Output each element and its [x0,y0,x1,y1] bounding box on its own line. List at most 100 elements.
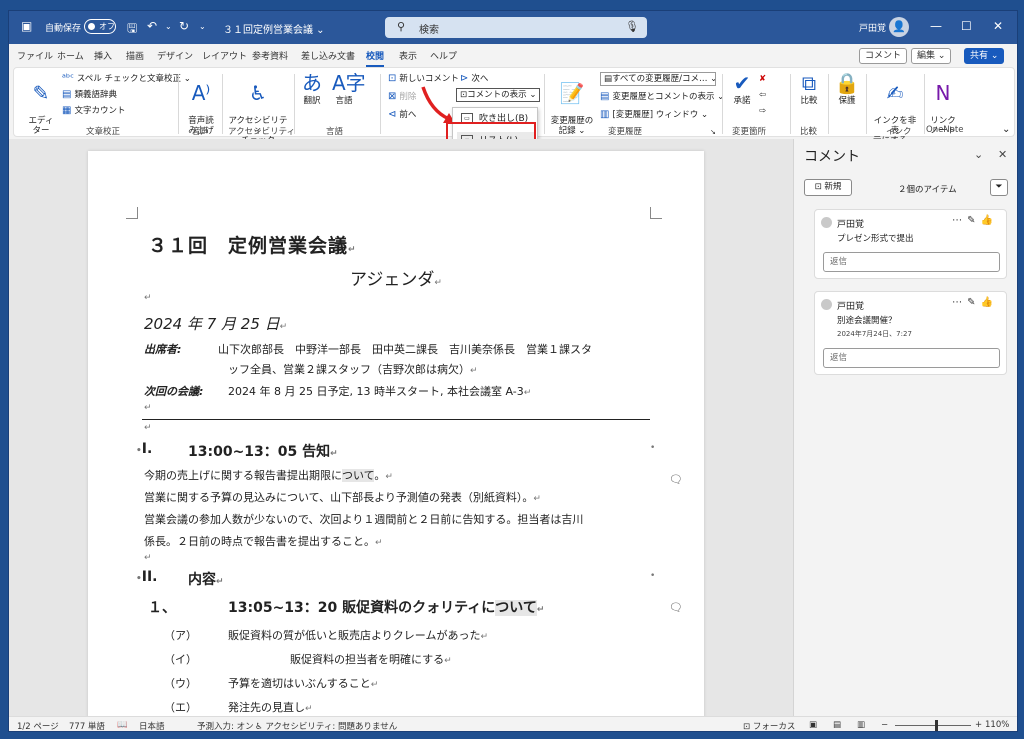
avatar[interactable]: 👤 [889,17,909,37]
commented-text[interactable]: ついて [495,600,537,616]
comments-pane-title: コメント [804,149,860,165]
document-area[interactable]: ３１回 定例営業会議↵ アジェンダ↵ ↵ 2024 年 7 月 25 日↵ 出席… [9,139,793,717]
tab-insert[interactable]: 挿入 [94,49,112,62]
collapse-ribbon-icon[interactable]: ⌄ [1002,124,1010,135]
new-comment-pane-button[interactable]: ⊡ 新規 [804,179,852,196]
autosave-toggle[interactable]: オフ [84,19,116,34]
web-layout-icon[interactable]: ▥ [857,720,865,730]
pane-options-icon[interactable]: ⌄ [974,148,983,161]
comments-button[interactable]: コメント [859,48,908,64]
tab-view[interactable]: 表示 [399,49,417,62]
zoom-level[interactable]: 110% [985,720,1009,730]
microphone-icon[interactable]: 🎙 [625,20,639,33]
tab-draw[interactable]: 描画 [126,49,144,62]
word-count[interactable]: 777 単語 [69,720,105,731]
comment-actions[interactable]: ⋯✎👍 [952,297,998,308]
new-comment-icon: ⊡ [388,73,397,84]
reject-icon[interactable]: ✘ [759,74,766,84]
zoom-slider[interactable] [895,725,971,726]
markup-select[interactable]: ▤すべての変更履歴/コメ… ⌄ [600,72,716,86]
minimize-button[interactable]: — [930,19,942,33]
document-page[interactable]: ３１回 定例営業会議↵ アジェンダ↵ ↵ 2024 年 7 月 25 日↵ 出席… [88,151,704,717]
divider [828,74,829,134]
save-icon[interactable]: 🖫 [127,19,137,40]
share-button[interactable]: 共有 ⌄ [964,48,1005,64]
redo-icon[interactable]: ↻ [179,19,189,33]
accept-button[interactable]: ✔ 承諾 [730,72,754,106]
document-title[interactable]: ３１回定例営業会議 ⌄ [223,21,325,36]
tab-help[interactable]: ヘルプ [430,49,457,62]
reply-input[interactable]: 返信 [823,252,1000,272]
comment-card[interactable]: 戸田覚 ⋯✎👍 プレゼン形式で提出 返信 [814,209,1007,279]
tab-home[interactable]: ホーム [57,49,84,62]
divider [722,74,723,134]
editor-button[interactable]: ✎ エディ ター [28,72,54,136]
next-meeting-label: 次回の会議: [144,385,204,398]
reviewing-pane-button[interactable]: ▥ [変更履歴] ウィンドウ ⌄ [600,108,708,120]
translate-button[interactable]: あ 翻訳 [300,72,324,106]
previous-change-icon[interactable]: ⇦ [759,90,766,100]
next-comment-button[interactable]: ⊳ 次へ [460,72,488,84]
zoom-out-icon[interactable]: − [881,720,888,730]
track-changes-button[interactable]: 📝 変更履歴の 記録 ⌄ [550,72,594,136]
divider [544,74,545,134]
customize-qat-icon[interactable]: ⌄ [199,22,206,31]
thesaurus-icon: ▤ [62,89,72,100]
show-comments-button[interactable]: ⊡コメントの表示 ⌄ [456,88,541,102]
tab-design[interactable]: デザイン [157,49,193,62]
tab-layout[interactable]: レイアウト [202,49,247,62]
compare-button[interactable]: ⧉ 比較 [796,72,822,106]
previous-comment-button[interactable]: ⊲ 前へ [388,108,416,120]
show-markup-button[interactable]: ▤ 変更履歴とコメントの表示 ⌄ [600,90,724,102]
comment-marker-icon[interactable]: 🗨 [669,601,683,614]
undo-icon[interactable]: ↶ [147,19,157,33]
edit-icon: ✎ [967,297,981,308]
word-count-button[interactable]: ▦ 文字カウント [62,104,125,116]
editing-mode-button[interactable]: 編集 ⌄ [911,48,952,64]
user-name[interactable]: 戸田覚 [859,21,886,34]
search-box[interactable]: ⚲ 検索 🎙 [385,17,647,38]
edit-icon: ✎ [967,215,981,226]
protect-button[interactable]: 🔒 保護 [834,72,860,106]
tab-references[interactable]: 参考資料 [252,49,288,62]
divider [924,74,925,134]
new-comment-button[interactable]: ⊡ 新しいコメント [388,72,459,84]
attendees-text-2: ッフ全員、営業２課スタッフ（吉野次郎は病欠）↵ [228,363,478,376]
next-change-icon[interactable]: ⇨ [759,106,766,116]
close-pane-icon[interactable]: ✕ [998,148,1007,161]
maximize-button[interactable]: ☐ [961,19,972,33]
new-comment-icon: ⊡ [814,182,825,192]
language-indicator[interactable]: 日本語 [139,720,165,731]
accessibility-status[interactable]: ♿ アクセシビリティ: 問題ありません [255,720,397,731]
close-button[interactable]: ✕ [993,19,1003,33]
page-indicator[interactable]: 1/2 ページ [17,720,59,731]
tab-mailings[interactable]: 差し込み文書 [301,49,355,62]
reply-input[interactable]: 返信 [823,348,1000,368]
accept-icon: ✔ [733,71,751,95]
read-mode-icon[interactable]: ▣ [809,720,817,730]
tab-review[interactable]: 校閲 [366,49,385,67]
attendees-label: 出席者: [144,343,182,356]
comment-actions[interactable]: ⋯✎👍 [952,215,998,226]
like-icon: 👍 [980,297,998,308]
proofing-status-icon[interactable]: 📖 [117,720,128,730]
zoom-in-icon[interactable]: + [975,720,982,730]
tab-file[interactable]: ファイル [17,49,53,62]
print-layout-icon[interactable]: ▤ [833,720,841,730]
delete-comment-button[interactable]: ⊠ 削除 [388,90,416,102]
spelling-button[interactable]: ᵃᵇᶜ スペル チェックと文章校正 ⌄ [62,72,191,84]
filter-icon[interactable]: ⏷ [990,179,1008,196]
undo-dropdown-icon[interactable]: ⌄ [165,22,172,31]
text-predictions[interactable]: 予測入力: オン [197,720,254,731]
like-icon: 👍 [980,215,998,226]
tracking-options-icon[interactable]: ↘ [710,128,716,136]
focus-button[interactable]: ⊡ フォーカス [743,720,795,731]
commented-text[interactable]: ついて [342,469,375,482]
avatar [821,299,832,310]
zoom-slider-thumb[interactable] [934,720,938,731]
comment-marker-icon[interactable]: 🗨 [669,473,683,486]
language-group-label: 言語 [326,127,344,137]
thesaurus-button[interactable]: ▤ 類義語辞典 [62,88,117,100]
language-button[interactable]: A字 言語 [332,72,366,106]
comment-card[interactable]: 戸田覚 ⋯✎👍 別途会議開催？ 2024年7月24日、7:27 返信 [814,291,1007,375]
